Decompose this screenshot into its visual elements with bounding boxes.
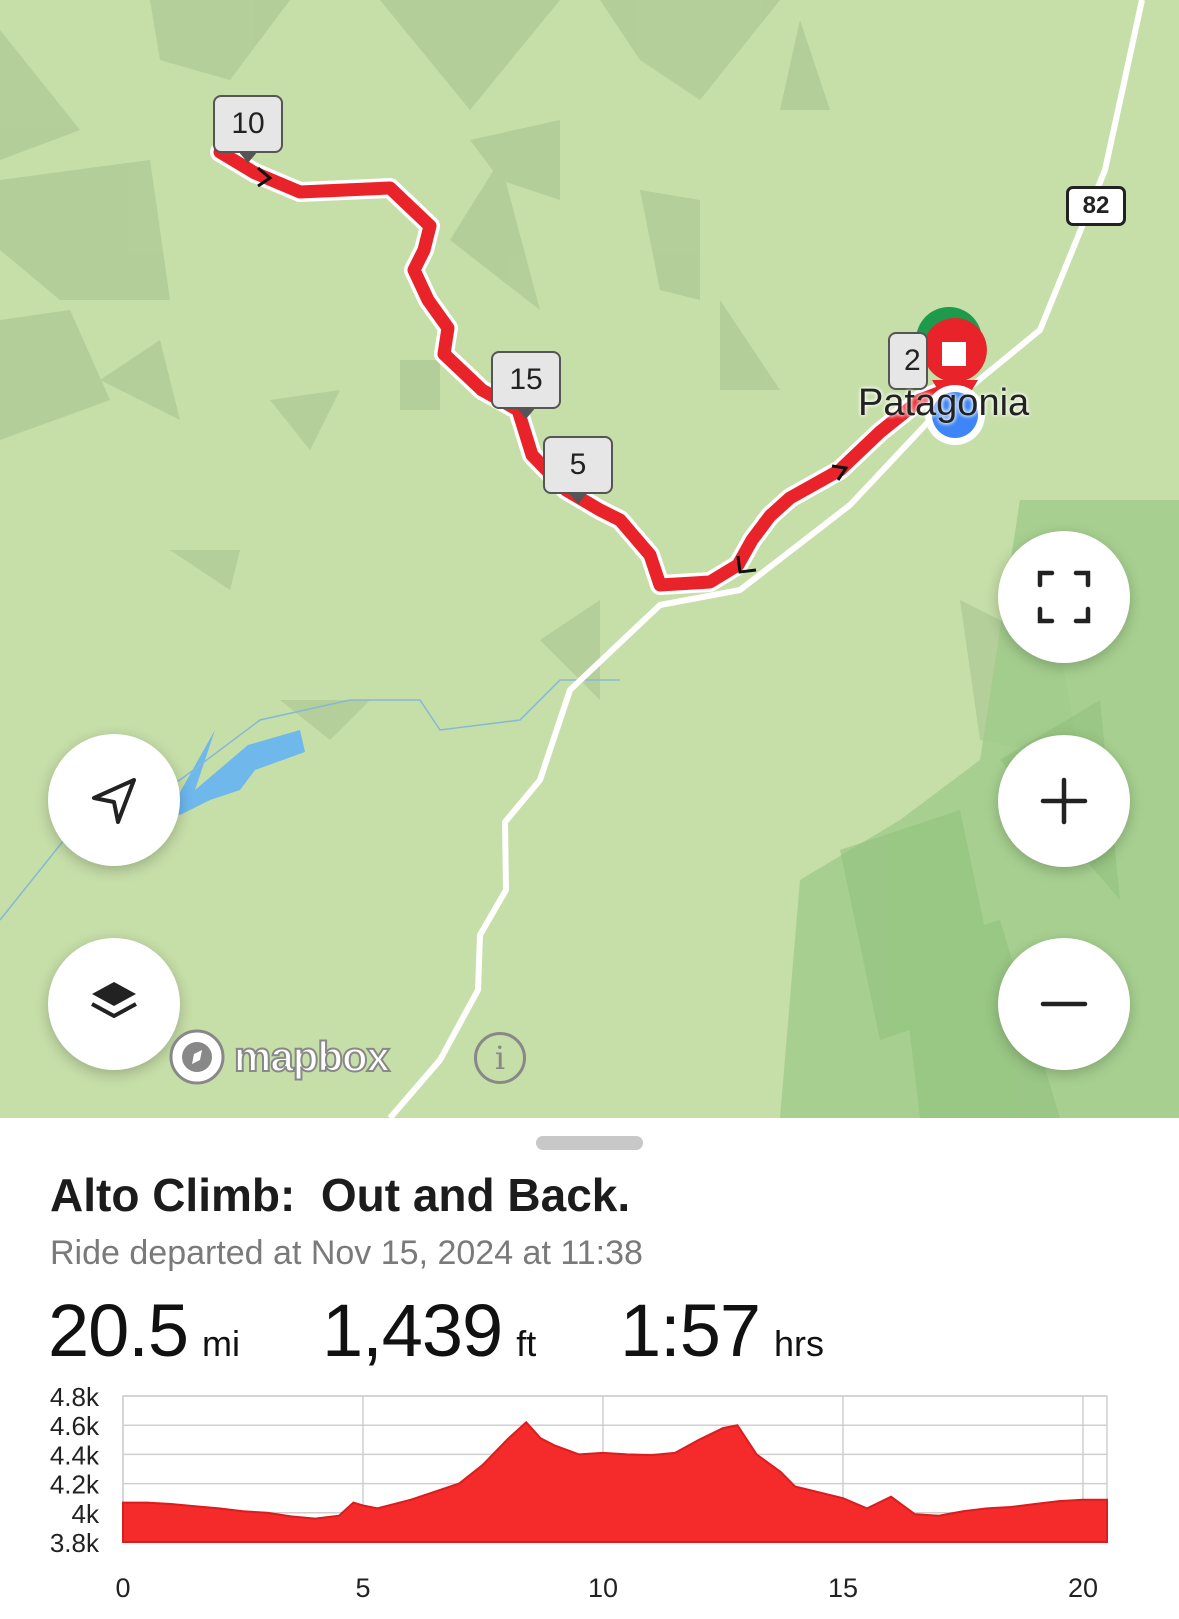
y-tick-label: 4k: [72, 1499, 100, 1529]
elevation-point: [338, 1514, 340, 1517]
elevation-point: [794, 1485, 796, 1488]
elevation-point: [779, 1471, 782, 1473]
elevation-point: [554, 1444, 556, 1447]
elevation-point: [290, 1515, 292, 1518]
elevation-point: [194, 1505, 196, 1507]
elevation-unit: ft: [516, 1323, 537, 1364]
town-label: Patagonia: [858, 382, 1030, 424]
route-marker-10: 10: [213, 95, 283, 163]
duration-value: 1:57: [620, 1289, 761, 1372]
mapbox-logo-icon: [169, 1029, 225, 1085]
elevation-point: [1034, 1503, 1036, 1505]
elevation-point: [1058, 1500, 1060, 1502]
map-terrain: [0, 0, 1179, 1118]
x-tick-label: 5: [355, 1573, 370, 1603]
elevation-point: [914, 1513, 916, 1516]
duration-unit: hrs: [774, 1323, 825, 1364]
y-axis-labels: 4.8k4.6k4.4k4.2k4k3.8k: [50, 1382, 100, 1558]
elevation-point: [722, 1427, 724, 1429]
ride-title: Alto Climb: Out and Back.: [50, 1169, 631, 1221]
elevation-point: [890, 1495, 892, 1498]
elevation-point: [146, 1501, 148, 1504]
elevation-point: [376, 1507, 379, 1510]
x-tick-label: 10: [588, 1573, 618, 1603]
elevation-area: [122, 1420, 1108, 1543]
zoom-in-button[interactable]: [998, 735, 1130, 867]
locate-button[interactable]: [48, 734, 180, 866]
elevation-point: [962, 1510, 964, 1513]
elevation-stat: 1,439 ft: [322, 1288, 536, 1373]
elevation-point: [362, 1504, 364, 1507]
distance-unit: mi: [202, 1323, 241, 1364]
elevation-point: [218, 1507, 220, 1510]
elevation-point: [458, 1482, 460, 1485]
y-tick-label: 4.4k: [50, 1440, 100, 1470]
highway-shield: 82: [1066, 186, 1126, 226]
elevation-point: [1010, 1506, 1012, 1508]
elevation-point: [578, 1453, 580, 1456]
x-tick-label: 0: [115, 1573, 130, 1603]
mapbox-attribution[interactable]: mapbox: [168, 1028, 391, 1086]
elevation-point: [314, 1517, 316, 1520]
elevation-point: [736, 1424, 739, 1426]
distance-value: 20.5: [48, 1289, 189, 1372]
location-arrow-icon: [92, 778, 136, 824]
fullscreen-icon: [1037, 570, 1091, 624]
layers-icon: [91, 982, 137, 1018]
plus-icon: [1040, 777, 1088, 825]
elevation-point: [1106, 1498, 1108, 1501]
elevation-point: [938, 1514, 940, 1517]
elevation-point: [410, 1498, 412, 1501]
elevation-chart: 4.8k4.6k4.4k4.2k4k3.8k 0 5 10 15 20: [50, 1382, 1108, 1603]
y-tick-label: 4.2k: [50, 1470, 100, 1500]
elevation-point: [986, 1507, 988, 1510]
sheet-drag-handle[interactable]: [536, 1136, 643, 1150]
elevation-point: [1082, 1498, 1084, 1501]
elevation-point: [242, 1510, 244, 1513]
duration-stat: 1:57 hrs: [620, 1288, 824, 1373]
elevation-point: [170, 1503, 172, 1505]
fullscreen-button[interactable]: [998, 531, 1130, 663]
x-axis-labels: 0 5 10 15 20: [115, 1573, 1098, 1603]
elevation-point: [122, 1501, 124, 1504]
x-tick-label: 20: [1068, 1573, 1098, 1603]
elevation-point: [539, 1437, 542, 1440]
elevation-point: [698, 1439, 700, 1441]
elevation-point: [755, 1453, 758, 1456]
x-tick-label: 15: [828, 1573, 858, 1603]
y-tick-label: 3.8k: [50, 1528, 100, 1558]
minus-icon: [1040, 1001, 1088, 1007]
elevation-point: [352, 1501, 355, 1504]
ride-subtitle: Ride departed at Nov 15, 2024 at 11:38: [50, 1234, 643, 1272]
elevation-point: [626, 1453, 628, 1456]
elevation-point: [674, 1452, 676, 1454]
elevation-point: [482, 1463, 484, 1466]
y-tick-label: 4.8k: [50, 1382, 100, 1412]
distance-stat: 20.5 mi: [48, 1288, 240, 1373]
elevation-area-layer: [122, 1420, 1108, 1543]
elevation-point: [506, 1439, 508, 1441]
y-tick-label: 4.6k: [50, 1411, 100, 1441]
elevation-value: 1,439: [322, 1289, 503, 1372]
info-icon[interactable]: i: [474, 1032, 526, 1084]
layers-button[interactable]: [48, 938, 180, 1070]
elevation-point: [842, 1497, 844, 1499]
elevation-point: [266, 1512, 268, 1514]
route-marker-5: 5: [543, 436, 613, 504]
elevation-point: [602, 1452, 604, 1454]
mapbox-wordmark: mapbox: [233, 1032, 391, 1081]
elevation-point: [866, 1507, 868, 1510]
elevation-point: [650, 1454, 652, 1456]
route-marker-15: 15: [491, 351, 561, 419]
elevation-point: [525, 1421, 527, 1424]
zoom-out-button[interactable]: [998, 938, 1130, 1070]
map-view[interactable]: 10 15 5 2 Patagonia 82 mapbox i: [0, 0, 1179, 1118]
